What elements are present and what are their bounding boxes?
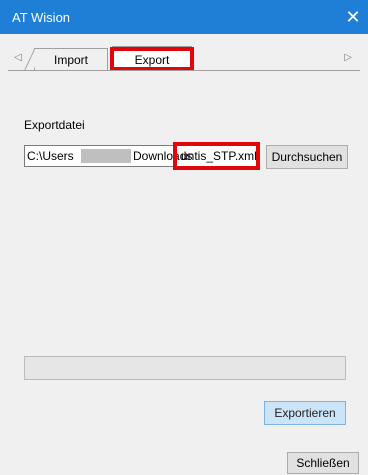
export-tab-panel: Exportdatei C:\Users Downloads untis_STP…	[8, 70, 360, 433]
title-bar[interactable]: AT Wision ✕	[0, 0, 368, 34]
tab-scroll-left-icon[interactable]: ◁	[14, 52, 22, 63]
export-file-label: Exportdatei	[24, 118, 85, 132]
tab-scroll-right-icon[interactable]: ▷	[344, 52, 352, 63]
path-prefix: C:\Users	[27, 149, 74, 163]
tab-import-label: Import	[53, 52, 88, 67]
redacted-username	[81, 149, 131, 163]
tab-strip: ◁ Import Export ▷	[8, 44, 360, 72]
tab-import[interactable]: Import	[23, 48, 108, 71]
browse-button[interactable]: Durchsuchen	[266, 145, 348, 169]
tab-export-label: Export	[134, 52, 170, 67]
window-title: AT Wision	[12, 10, 71, 25]
dialog-window: AT Wision ✕ ◁ Import Export ▷ Exportdate…	[0, 0, 368, 475]
export-progress-bar	[24, 356, 346, 380]
export-button[interactable]: Exportieren	[264, 401, 346, 425]
close-icon[interactable]: ✕	[338, 0, 368, 34]
path-filename: untis_STP.xml	[181, 149, 257, 163]
tab-export[interactable]: Export	[112, 46, 192, 72]
tab-edge	[23, 49, 44, 71]
export-path-field[interactable]: C:\Users Downloads untis_STP.xml	[24, 145, 258, 167]
close-button[interactable]: Schließen	[287, 452, 359, 474]
